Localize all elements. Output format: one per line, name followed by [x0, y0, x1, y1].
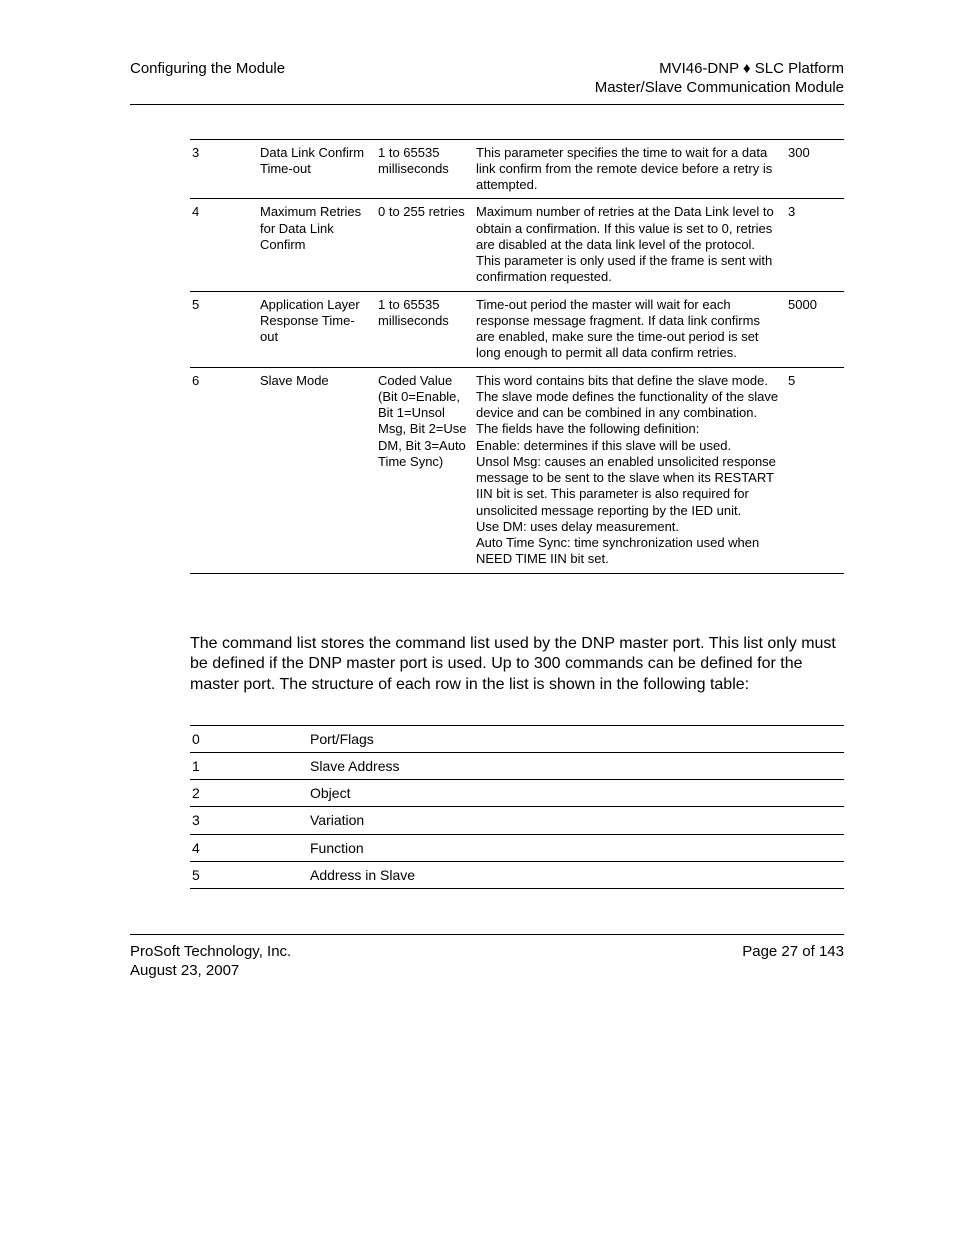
footer-date: August 23, 2007: [130, 962, 291, 981]
table-row: 6Slave ModeCoded Value (Bit 0=Enable, Bi…: [190, 367, 844, 573]
param-range: 0 to 255 retries: [376, 199, 474, 291]
param-name: Slave Mode: [258, 367, 376, 573]
param-index: 4: [190, 199, 258, 291]
param-default: 300: [786, 139, 844, 199]
cmd-index: 1: [190, 753, 308, 780]
cmd-label: Address in Slave: [308, 861, 844, 888]
param-range: Coded Value (Bit 0=Enable, Bit 1=Unsol M…: [376, 367, 474, 573]
param-range: 1 to 65535 milliseconds: [376, 139, 474, 199]
table-row: 4Maximum Retries for Data Link Confirm0 …: [190, 199, 844, 291]
param-name: Maximum Retries for Data Link Confirm: [258, 199, 376, 291]
content-block: 3Data Link Confirm Time-out1 to 65535 mi…: [190, 135, 844, 890]
param-range: 1 to 65535 milliseconds: [376, 291, 474, 367]
param-description: Maximum number of retries at the Data Li…: [474, 199, 786, 291]
cmd-label: Object: [308, 780, 844, 807]
cmd-index: 2: [190, 780, 308, 807]
param-name: Data Link Confirm Time-out: [258, 139, 376, 199]
cmd-label: Function: [308, 834, 844, 861]
table-row: 2Object: [190, 780, 844, 807]
page-footer: ProSoft Technology, Inc. August 23, 2007…: [130, 934, 844, 981]
table-row: 4Function: [190, 834, 844, 861]
cmd-label: Slave Address: [308, 753, 844, 780]
param-index: 3: [190, 139, 258, 199]
cmd-label: Port/Flags: [308, 725, 844, 752]
param-default: 5: [786, 367, 844, 573]
header-right-line1: MVI46-DNP ♦ SLC Platform: [595, 60, 844, 79]
parameter-table: 3Data Link Confirm Time-out1 to 65535 mi…: [190, 135, 844, 574]
table-row: 5Application Layer Response Time-out1 to…: [190, 291, 844, 367]
footer-company: ProSoft Technology, Inc.: [130, 943, 291, 962]
footer-page: Page 27 of 143: [742, 943, 844, 981]
param-index: 5: [190, 291, 258, 367]
table-row: 3Variation: [190, 807, 844, 834]
cmd-index: 4: [190, 834, 308, 861]
param-default: 5000: [786, 291, 844, 367]
cmd-index: 5: [190, 861, 308, 888]
header-right: MVI46-DNP ♦ SLC Platform Master/Slave Co…: [595, 60, 844, 98]
command-list-paragraph: The command list stores the command list…: [190, 634, 844, 696]
table-row: 5Address in Slave: [190, 861, 844, 888]
param-index: 6: [190, 367, 258, 573]
header-right-line2: Master/Slave Communication Module: [595, 79, 844, 98]
cmd-index: 0: [190, 725, 308, 752]
table-row: 0Port/Flags: [190, 725, 844, 752]
cmd-index: 3: [190, 807, 308, 834]
page-header: Configuring the Module MVI46-DNP ♦ SLC P…: [130, 60, 844, 105]
table-row: 3Data Link Confirm Time-out1 to 65535 mi…: [190, 139, 844, 199]
command-structure-table: 0Port/Flags1Slave Address2Object3Variati…: [190, 721, 844, 889]
table-row: 1Slave Address: [190, 753, 844, 780]
param-description: This parameter specifies the time to wai…: [474, 139, 786, 199]
header-left: Configuring the Module: [130, 60, 285, 98]
param-description: This word contains bits that define the …: [474, 367, 786, 573]
param-default: 3: [786, 199, 844, 291]
param-name: Application Layer Response Time-out: [258, 291, 376, 367]
param-description: Time-out period the master will wait for…: [474, 291, 786, 367]
footer-left: ProSoft Technology, Inc. August 23, 2007: [130, 943, 291, 981]
cmd-label: Variation: [308, 807, 844, 834]
